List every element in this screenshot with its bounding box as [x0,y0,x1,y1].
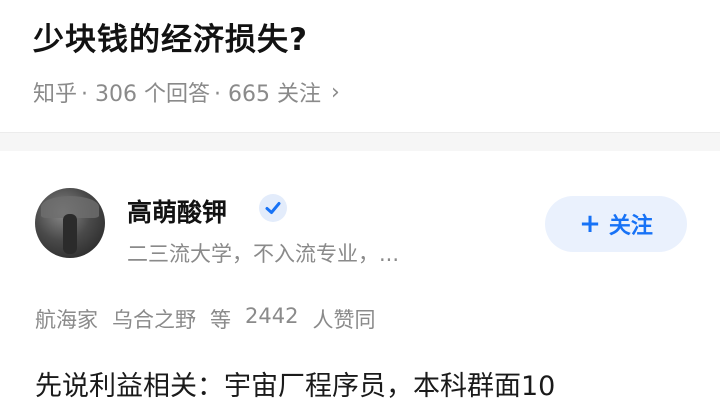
author-name[interactable]: 高萌酸钾 [127,193,227,229]
endorsement-line[interactable]: 航海家 乌合之野 等 2442 人赞同 [35,304,375,334]
question-card[interactable]: 少块钱的经济损失? 知乎 · 306 个回答 · 665 关注 › [0,0,720,133]
question-source: 知乎 [33,82,78,107]
answer-body[interactable]: 先说利益相关：宇宙厂程序员，本科群面10 [35,364,555,403]
section-divider [0,133,720,151]
author-bio: 二三流大学，不入流专业，... [127,242,400,266]
question-title[interactable]: 少块钱的经济损失? [33,14,308,59]
plus-icon: + [579,209,601,239]
question-meta[interactable]: 知乎 · 306 个回答 · 665 关注 › [33,76,340,108]
endorser-etc: 等 [210,308,231,332]
chevron-right-icon[interactable]: › [331,80,340,105]
follow-button[interactable]: + 关注 [545,196,687,252]
follower-count: · 665 关注 [214,82,321,107]
answer-count: · 306 个回答 [81,82,210,107]
endorse-count: 2442 [245,304,299,328]
endorser-2: 乌合之野 [112,308,196,332]
endorse-suffix: 人赞同 [312,308,376,332]
follow-label: 关注 [608,214,653,239]
endorser-1: 航海家 [35,308,98,332]
verified-badge-icon [259,194,287,222]
avatar[interactable] [35,188,105,258]
